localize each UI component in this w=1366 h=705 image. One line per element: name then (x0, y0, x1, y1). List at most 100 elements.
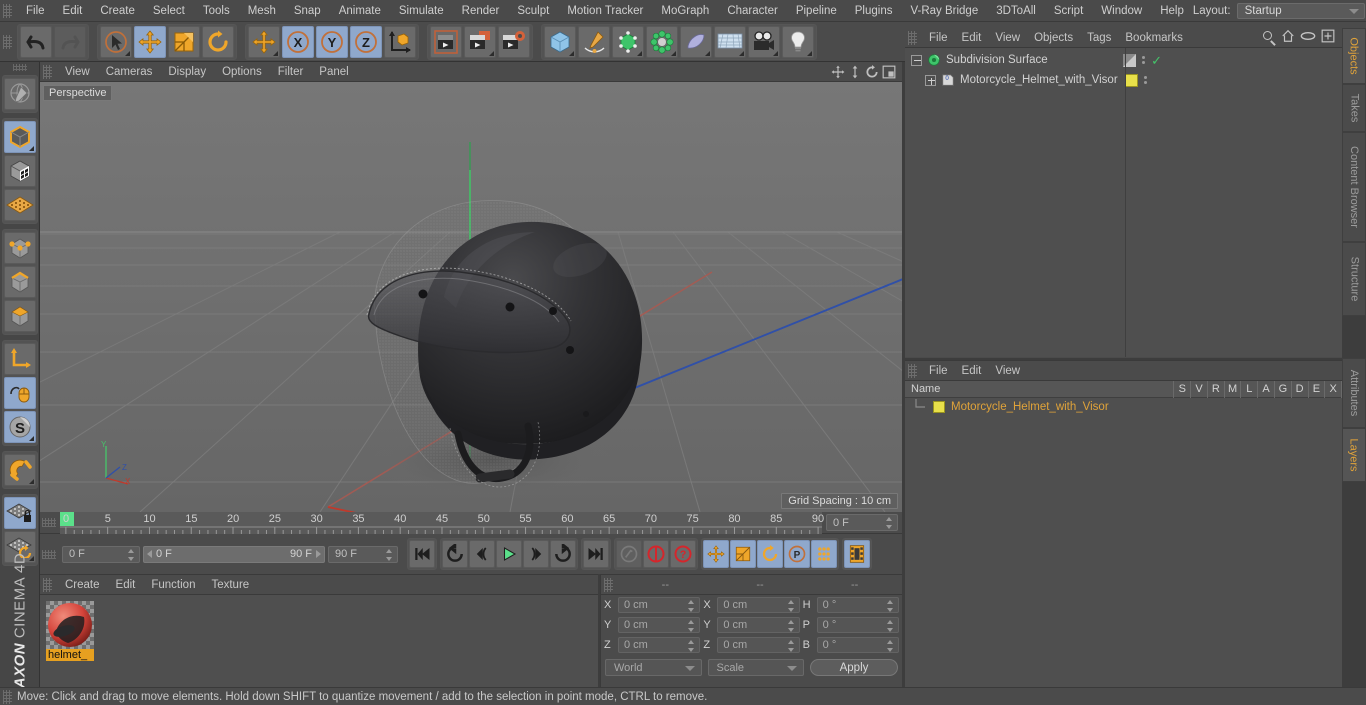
x-axis-icon[interactable]: X (282, 25, 314, 58)
rotate-view-icon[interactable] (865, 64, 879, 79)
spline-pen-icon[interactable] (578, 25, 610, 58)
next-key-icon[interactable] (550, 540, 576, 568)
menu-item-simulate[interactable]: Simulate (390, 0, 453, 22)
column-g[interactable]: G (1275, 380, 1292, 398)
size-x-input[interactable]: 0 cm (717, 597, 800, 613)
object-dots-icon[interactable] (1142, 56, 1146, 64)
column-a[interactable]: A (1258, 380, 1275, 398)
material-swatch-helmet[interactable]: helmet_ (46, 601, 94, 661)
generator-icon[interactable] (612, 25, 644, 58)
menu-item-mograph[interactable]: MoGraph (652, 0, 718, 22)
polygons-mode-icon[interactable] (3, 299, 36, 332)
key-position-icon[interactable] (703, 540, 729, 568)
timeline-frame-field[interactable]: 0 F (826, 514, 898, 531)
material-menu-texture[interactable]: Texture (203, 575, 257, 595)
menu-item-motion-tracker[interactable]: Motion Tracker (558, 0, 652, 22)
scale-icon[interactable] (168, 25, 200, 58)
go-to-start-icon[interactable] (409, 540, 435, 568)
object-dots-icon[interactable] (1144, 76, 1147, 84)
key-pla-icon[interactable] (811, 540, 837, 568)
spinner-icon[interactable] (787, 620, 795, 632)
viewport-solo-icon[interactable] (3, 376, 36, 409)
spinner-icon[interactable] (787, 640, 795, 652)
menu-item-3dtoall[interactable]: 3DToAll (987, 0, 1045, 22)
move-icon[interactable] (134, 25, 166, 58)
layer-menu-edit[interactable]: Edit (955, 361, 989, 381)
object-menu-tags[interactable]: Tags (1080, 28, 1118, 48)
menu-item-file[interactable]: File (17, 0, 54, 22)
column-e[interactable]: E (1309, 380, 1326, 398)
render-region-icon[interactable] (464, 25, 496, 58)
layer-menu-file[interactable]: File (922, 361, 955, 381)
range-left-arrow-icon[interactable] (147, 550, 152, 558)
render-view-icon[interactable] (430, 25, 462, 58)
viewport-menu-view[interactable]: View (57, 62, 98, 82)
menu-item-sculpt[interactable]: Sculpt (508, 0, 558, 22)
coordinate-system-select[interactable]: World (605, 659, 702, 676)
viewport-menu-cameras[interactable]: Cameras (98, 62, 161, 82)
keyframe-selection-icon[interactable]: ? (670, 540, 696, 568)
menu-item-character[interactable]: Character (718, 0, 787, 22)
layer-color-swatch[interactable] (933, 400, 945, 413)
undo-icon[interactable] (20, 25, 52, 58)
magnet-icon[interactable] (3, 453, 36, 486)
menu-gripper[interactable] (3, 3, 12, 18)
light-icon[interactable] (782, 25, 814, 58)
menu-item-vray-bridge[interactable]: V-Ray Bridge (901, 0, 987, 22)
edges-mode-icon[interactable] (3, 265, 36, 298)
timeline-controls-gripper[interactable] (42, 549, 56, 559)
column-r[interactable]: R (1208, 380, 1225, 398)
viewport-gripper[interactable] (43, 64, 52, 79)
layer-row[interactable]: Motorcycle_Helmet_with_Visor (905, 398, 1342, 415)
position-y-input[interactable]: 0 cm (618, 617, 701, 633)
material-tag-icon[interactable] (1125, 73, 1138, 87)
spinner-icon[interactable] (128, 548, 135, 561)
menu-item-create[interactable]: Create (91, 0, 144, 22)
go-to-end-icon[interactable] (583, 540, 609, 568)
step-back-icon[interactable] (469, 540, 495, 568)
object-menu-edit[interactable]: Edit (955, 28, 989, 48)
object-menu-view[interactable]: View (988, 28, 1027, 48)
toolbar-gripper[interactable] (3, 34, 12, 49)
layer-manager-gripper[interactable] (908, 363, 917, 378)
side-tab-structure[interactable]: Structure (1342, 242, 1366, 316)
object-menu-objects[interactable]: Objects (1027, 28, 1080, 48)
menu-item-window[interactable]: Window (1092, 0, 1151, 22)
maximize-view-icon[interactable] (882, 65, 896, 79)
pan-icon[interactable] (831, 65, 845, 79)
spinner-icon[interactable] (886, 517, 893, 529)
home-icon[interactable] (1281, 29, 1295, 46)
step-forward-icon[interactable] (523, 540, 549, 568)
object-axis-icon[interactable] (3, 342, 36, 375)
spinner-icon[interactable] (886, 620, 894, 632)
side-tab-objects[interactable]: Objects (1342, 28, 1366, 84)
search-icon[interactable] (1262, 30, 1276, 46)
rotation-h-input[interactable]: 0 ° (816, 597, 899, 613)
column-m[interactable]: M (1225, 380, 1242, 398)
coordinates-gripper[interactable] (604, 577, 613, 592)
side-tab-takes[interactable]: Takes (1342, 84, 1366, 132)
current-frame-input[interactable]: 0 F (62, 545, 140, 563)
max-frame-input[interactable]: 90 F (328, 545, 398, 563)
size-y-input[interactable]: 0 cm (717, 617, 800, 633)
rotation-p-input[interactable]: 0 ° (816, 617, 899, 633)
z-axis-icon[interactable]: Z (350, 25, 382, 58)
redo-icon[interactable] (54, 25, 86, 58)
spinner-icon[interactable] (787, 600, 795, 612)
spinner-icon[interactable] (688, 640, 695, 652)
layout-select[interactable]: Startup (1236, 2, 1365, 19)
side-tab-layers[interactable]: Layers (1342, 428, 1366, 482)
menu-item-edit[interactable]: Edit (54, 0, 92, 22)
status-bar-gripper[interactable] (3, 689, 12, 704)
deformer-icon[interactable] (646, 25, 678, 58)
column-d[interactable]: D (1292, 380, 1309, 398)
record-active-icon[interactable] (616, 540, 642, 568)
lock-workplane-icon[interactable] (3, 496, 36, 529)
spinner-icon[interactable] (386, 548, 393, 561)
menu-item-script[interactable]: Script (1045, 0, 1092, 22)
layer-menu-view[interactable]: View (988, 361, 1027, 381)
position-z-input[interactable]: 0 cm (618, 637, 701, 653)
viewport-menu-display[interactable]: Display (160, 62, 214, 82)
menu-item-render[interactable]: Render (453, 0, 509, 22)
left-toolbar-gripper[interactable] (12, 64, 27, 71)
